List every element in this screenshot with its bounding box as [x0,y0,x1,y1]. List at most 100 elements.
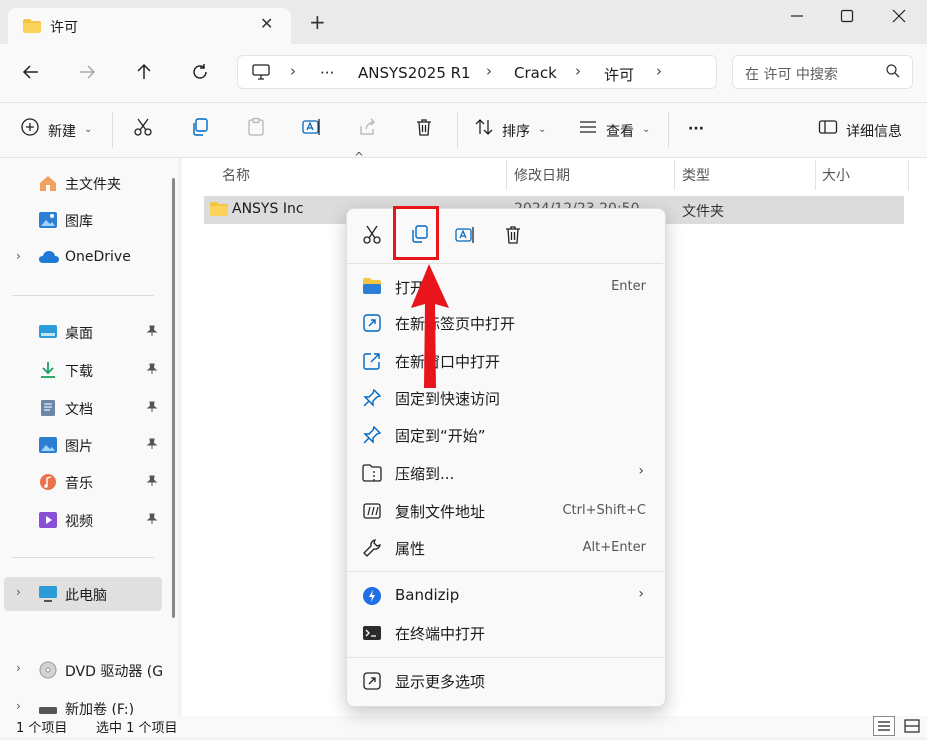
menu-item-open[interactable]: 打开 Enter [346,269,664,305]
copy-path-icon [362,501,382,525]
column-divider[interactable] [815,160,816,190]
up-button[interactable] [135,63,153,86]
chevron-right-icon[interactable]: › [16,661,21,675]
cut-icon[interactable] [133,117,153,141]
menu-item-shortcut: Ctrl+Shift+C [562,503,646,518]
column-divider[interactable] [506,160,507,190]
column-divider[interactable] [674,160,675,190]
pin-icon[interactable] [146,325,158,341]
close-tab-icon[interactable]: ✕ [260,14,273,33]
tiles-view-icon[interactable] [902,716,922,740]
menu-item-label: 固定到“开始” [395,427,486,445]
chevron-right-icon[interactable]: › [16,585,21,599]
column-divider[interactable] [908,160,909,190]
sidebar-item-home[interactable]: 主文件夹 [4,166,162,200]
view-button[interactable]: 查看 [606,121,634,141]
details-button[interactable]: 详细信息 [846,121,902,141]
details-pane-icon[interactable] [818,117,838,141]
view-icon[interactable] [578,117,598,141]
minimize-button[interactable] [787,6,807,26]
document-icon [38,399,58,421]
pin-icon[interactable] [146,363,158,379]
address-bar[interactable]: › ··· ANSYS2025 R1 › Crack › 许可 › [237,55,717,89]
refresh-button[interactable] [191,63,209,86]
column-header-size[interactable]: 大小 [822,165,850,185]
sidebar-scrollbar[interactable] [172,178,175,618]
sidebar-item-dvd[interactable]: › DVD 驱动器 (G [4,653,163,687]
menu-item-label: Bandizip [395,586,460,604]
breadcrumb-current[interactable]: 许可 [604,64,634,85]
red-arrow-annotation [405,258,457,398]
breadcrumb-ansys[interactable]: ANSYS2025 R1 [358,64,471,82]
home-icon [38,174,58,196]
copy-icon[interactable] [190,117,210,141]
chevron-right-icon: › [486,62,492,80]
menu-item-open-terminal[interactable]: 在终端中打开 [346,615,664,651]
rename-icon[interactable] [455,224,477,250]
sidebar-item-pictures[interactable]: 图片 [4,428,162,462]
sidebar-item-this-pc[interactable]: › 此电脑 [4,577,162,611]
menu-divider [347,657,663,658]
sidebar-item-new-volume[interactable]: › 新加卷 (F:) [4,691,162,715]
menu-item-open-new-tab[interactable]: 在新标签页中打开 [346,305,664,341]
share-icon[interactable] [358,117,378,141]
close-window-button[interactable] [889,6,909,26]
breadcrumb-overflow[interactable]: ··· [320,64,334,82]
file-type: 文件夹 [682,204,724,220]
column-header-name[interactable]: 名称 [222,165,250,185]
sidebar-item-label: 图片 [65,439,93,455]
sidebar-item-videos[interactable]: 视频 [4,503,162,537]
menu-item-bandizip[interactable]: Bandizip › [346,578,664,614]
menu-item-copy-path[interactable]: 复制文件地址 Ctrl+Shift+C [346,493,664,529]
search-box[interactable]: 在 许可 中搜索 [732,55,913,89]
sidebar-item-onedrive[interactable]: › OneDrive [4,241,162,275]
maximize-button[interactable] [837,6,857,26]
menu-item-compress[interactable]: 压缩到... › [346,455,664,491]
open-in-new-tab-icon [362,313,382,337]
sidebar-item-documents[interactable]: 文档 [4,391,162,425]
menu-item-properties[interactable]: 属性 Alt+Enter [346,530,664,566]
chevron-right-icon[interactable]: › [16,699,21,713]
sidebar-item-gallery[interactable]: 图库 [4,203,162,237]
new-button[interactable]: 新建 [48,121,76,141]
menu-divider [347,571,663,572]
delete-icon[interactable] [414,117,434,141]
sidebar-item-label: 音乐 [65,476,93,492]
column-header-type[interactable]: 类型 [682,165,710,185]
breadcrumb-crack[interactable]: Crack [514,64,557,82]
search-placeholder: 在 许可 中搜索 [745,67,838,83]
sort-button[interactable]: 排序 [502,121,530,141]
pin-icon[interactable] [146,438,158,454]
sidebar-item-desktop[interactable]: 桌面 [4,315,162,349]
back-button[interactable] [22,63,40,86]
this-pc-icon [252,64,270,84]
new-tab-button[interactable]: + [309,12,326,32]
menu-item-label: 属性 [395,540,426,558]
menu-item-show-more[interactable]: 显示更多选项 [346,663,664,699]
forward-button[interactable] [78,63,96,86]
pin-icon[interactable] [146,401,158,417]
zip-folder-icon [362,463,382,487]
menu-item-open-new-window[interactable]: 在新窗口中打开 [346,343,664,379]
chevron-right-icon[interactable]: › [16,249,21,263]
rename-icon[interactable] [302,117,322,141]
paste-icon[interactable] [246,117,266,141]
delete-icon[interactable] [503,224,523,250]
new-plus-icon[interactable] [20,117,40,141]
details-view-icon[interactable] [873,716,895,740]
tab-current[interactable]: 许可 ✕ [8,8,291,44]
sidebar-item-label: 此电脑 [65,588,107,604]
sidebar-item-downloads[interactable]: 下载 [4,353,162,387]
sort-icon[interactable] [474,117,494,141]
open-in-new-window-icon [362,351,382,375]
menu-item-pin-quick-access[interactable]: 固定到快速访问 [346,380,664,416]
sidebar-item-music[interactable]: 音乐 [4,465,162,499]
pin-icon[interactable] [146,513,158,529]
pin-icon [362,388,382,412]
folder-icon [209,201,229,221]
more-options-button[interactable]: ··· [688,121,704,137]
cut-icon[interactable] [362,224,382,250]
pin-icon[interactable] [146,475,158,491]
menu-item-pin-start[interactable]: 固定到“开始” [346,417,664,453]
column-header-date[interactable]: 修改日期 [514,165,570,185]
